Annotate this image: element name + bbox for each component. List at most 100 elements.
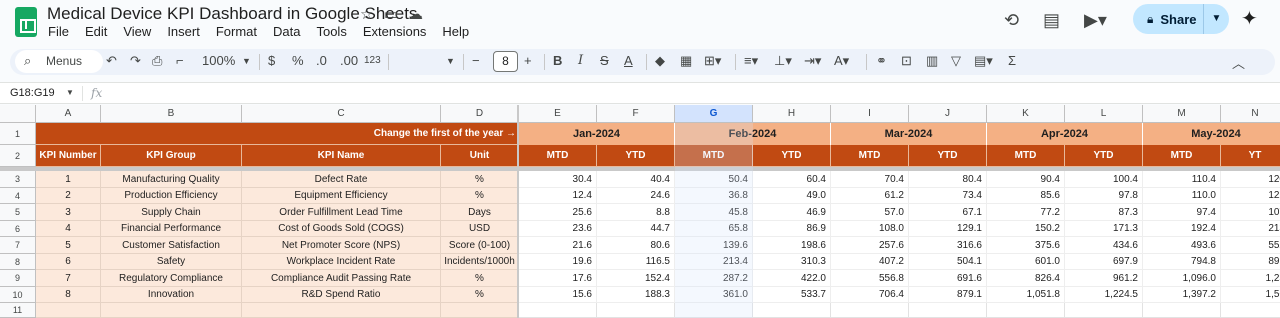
header-kpi-name[interactable]: KPI Name [242,145,441,167]
row-header-5[interactable]: 5 [0,204,36,221]
column-header-h[interactable]: H [753,105,831,123]
row-header-10[interactable]: 10 [0,287,36,303]
row-header-8[interactable]: 8 [0,254,36,270]
value-cell[interactable]: 706.4 [831,287,909,303]
value-cell[interactable]: 552 [1221,237,1280,254]
value-cell[interactable]: 73.4 [909,188,987,204]
month-header-cell[interactable]: May-2024 [1143,123,1280,145]
unit-cell[interactable]: USD [441,221,519,237]
column-header-j[interactable]: J [909,105,987,123]
empty-cell[interactable] [987,303,1065,318]
percent-format-button[interactable]: % [292,53,304,68]
value-cell[interactable]: 826.4 [987,270,1065,287]
kpi-number-cell[interactable]: 1 [36,171,101,188]
zoom-select[interactable]: 100% [202,53,235,68]
text-rotation-icon[interactable]: A▾ [834,53,849,69]
kpi-number-cell[interactable]: 6 [36,254,101,270]
value-cell[interactable]: 46.9 [753,204,831,221]
value-cell[interactable]: 1,397.2 [1143,287,1221,303]
select-all-corner[interactable] [0,105,36,123]
value-cell[interactable]: 1,051.8 [987,287,1065,303]
column-header-c[interactable]: C [242,105,441,123]
value-cell[interactable]: 533.7 [753,287,831,303]
column-header-b[interactable]: B [101,105,242,123]
menu-tools[interactable]: Tools [308,24,354,39]
value-cell[interactable]: 80.4 [909,171,987,188]
italic-icon[interactable]: I [578,53,583,68]
fill-color-icon[interactable]: ◆ [655,53,665,69]
value-cell[interactable]: 85.6 [987,188,1065,204]
empty-cell[interactable] [831,303,909,318]
empty-cell[interactable] [597,303,675,318]
month-header-cell[interactable]: Jan-2024 [519,123,675,145]
value-cell[interactable]: 1,56 [1221,287,1280,303]
value-cell[interactable]: 316.6 [909,237,987,254]
unit-cell[interactable]: Score (0-100) [441,237,519,254]
column-header-i[interactable]: I [831,105,909,123]
value-cell[interactable]: 192.4 [1143,221,1221,237]
vertical-align-icon[interactable]: ⊥▾ [774,53,792,69]
value-cell[interactable]: 90.4 [987,171,1065,188]
value-cell[interactable]: 961.2 [1065,270,1143,287]
month-header-cell[interactable]: Mar-2024 [831,123,987,145]
value-cell[interactable]: 116.5 [597,254,675,270]
period-header-cell[interactable]: MTD [831,145,909,167]
value-cell[interactable]: 198.6 [753,237,831,254]
value-cell[interactable]: 80.6 [597,237,675,254]
empty-cell[interactable] [441,303,519,318]
value-cell[interactable]: 361.0 [675,287,753,303]
period-header-cell[interactable]: YTD [909,145,987,167]
value-cell[interactable]: 15.6 [519,287,597,303]
value-cell[interactable]: 107 [1221,204,1280,221]
period-header-cell[interactable]: YTD [1065,145,1143,167]
menu-help[interactable]: Help [434,24,477,39]
insert-chart-icon[interactable]: ▥ [926,53,938,69]
name-box[interactable]: G18:G19 [10,87,55,99]
currency-format-button[interactable]: $ [268,53,275,68]
menu-view[interactable]: View [115,24,159,39]
functions-icon[interactable]: Σ [1008,53,1016,68]
month-header-cell[interactable]: Feb-2024 [675,123,831,145]
kpi-number-cell[interactable]: 3 [36,204,101,221]
row-header-1[interactable]: 1 [0,123,36,145]
paint-format-icon[interactable]: ⌐ [176,53,184,68]
text-color-icon[interactable]: A [624,53,633,68]
value-cell[interactable]: 100.4 [1065,171,1143,188]
value-cell[interactable]: 110.4 [1143,171,1221,188]
kpi-name-cell[interactable]: Cost of Goods Sold (COGS) [242,221,441,237]
kpi-number-cell[interactable]: 5 [36,237,101,254]
value-cell[interactable]: 188.3 [597,287,675,303]
kpi-group-cell[interactable]: Manufacturing Quality [101,171,242,188]
value-cell[interactable]: 36.8 [675,188,753,204]
zoom-chevron-icon[interactable]: ▼ [242,56,251,66]
value-cell[interactable]: 150.2 [987,221,1065,237]
value-cell[interactable]: 1,224.5 [1065,287,1143,303]
value-cell[interactable]: 110.0 [1143,188,1221,204]
menu-file[interactable]: File [40,24,77,39]
kpi-name-cell[interactable]: Equipment Efficiency [242,188,441,204]
print-icon[interactable]: ⎙ [152,53,162,69]
kpi-number-cell[interactable]: 7 [36,270,101,287]
value-cell[interactable]: 45.8 [675,204,753,221]
header-unit[interactable]: Unit [441,145,519,167]
filter-icon[interactable]: ▽ [951,53,961,69]
column-header-a[interactable]: A [36,105,101,123]
value-cell[interactable]: 77.2 [987,204,1065,221]
value-cell[interactable]: 794.8 [1143,254,1221,270]
value-cell[interactable]: 60.4 [753,171,831,188]
value-cell[interactable]: 171.3 [1065,221,1143,237]
value-cell[interactable]: 44.7 [597,221,675,237]
value-cell[interactable]: 97.8 [1065,188,1143,204]
merge-cells-icon[interactable]: ⊞▾ [704,53,721,69]
value-cell[interactable]: 697.9 [1065,254,1143,270]
value-cell[interactable]: 49.0 [753,188,831,204]
value-cell[interactable]: 434.6 [1065,237,1143,254]
period-header-cell[interactable]: MTD [1143,145,1221,167]
value-cell[interactable]: 493.6 [1143,237,1221,254]
value-cell[interactable]: 40.4 [597,171,675,188]
value-cell[interactable]: 17.6 [519,270,597,287]
period-header-cell[interactable]: MTD [987,145,1065,167]
gemini-sparkle-icon[interactable]: ✦ [1241,6,1258,31]
value-cell[interactable]: 70.4 [831,171,909,188]
video-call-icon[interactable]: ▶▾ [1084,10,1107,31]
